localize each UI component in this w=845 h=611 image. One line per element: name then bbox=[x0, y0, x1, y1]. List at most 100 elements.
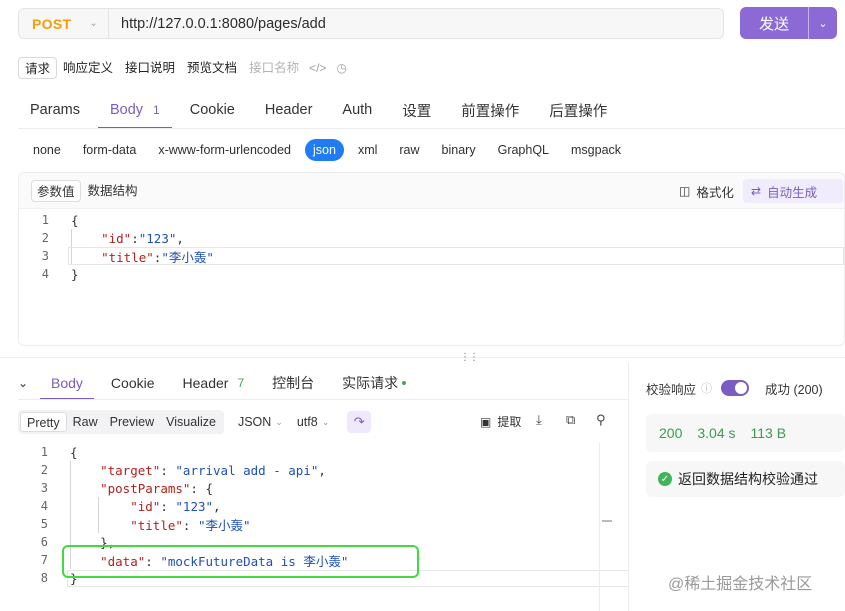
format-label: 格式化 bbox=[696, 185, 734, 200]
format-button[interactable]: ◫ 格式化 bbox=[679, 180, 734, 202]
line-number: 8 bbox=[40, 571, 48, 585]
tab-request[interactable]: 请求 bbox=[18, 57, 58, 79]
format-select[interactable]: JSON ⌄ bbox=[238, 415, 283, 429]
send-dropdown-button[interactable]: ⌄ bbox=[809, 7, 837, 39]
json-value: "李小轰" bbox=[161, 249, 214, 265]
code-text: } bbox=[49, 267, 79, 282]
send-button[interactable]: 发送 bbox=[740, 7, 809, 39]
annotation-highlight-box bbox=[62, 545, 419, 578]
tab-settings[interactable]: 设置 bbox=[390, 92, 443, 128]
search-icon[interactable]: ⚲ bbox=[596, 412, 606, 428]
doc-tabs: 请求 响应定义 接口说明 预览文档 接口名称 </> ◷ bbox=[18, 56, 347, 80]
tab-pre-ops-label: 前置操作 bbox=[461, 103, 520, 120]
help-icon[interactable]: ⓘ bbox=[701, 380, 712, 396]
drag-handle-icon[interactable]: ⋮⋮ bbox=[460, 352, 479, 363]
tab-auth-label: Auth bbox=[342, 102, 373, 118]
tab-params[interactable]: Params bbox=[18, 92, 92, 128]
line-number: 5 bbox=[40, 517, 48, 531]
code-token: , bbox=[213, 498, 221, 514]
download-icon[interactable]: ⤓ bbox=[536, 412, 542, 428]
tab-post-ops[interactable]: 后置操作 bbox=[537, 92, 619, 128]
code-text: { bbox=[48, 445, 78, 460]
code-text: "id": "123", bbox=[48, 498, 221, 514]
method-select[interactable]: POST ⌄ bbox=[19, 9, 109, 38]
tab-response-header[interactable]: Header 7 bbox=[172, 367, 256, 399]
code-line: 4} bbox=[19, 265, 844, 283]
view-mode-preview[interactable]: Preview bbox=[104, 412, 160, 432]
json-key: "title" bbox=[130, 517, 183, 533]
auto-generate-button[interactable]: ⇄ 自动生成 bbox=[743, 179, 843, 203]
seg-data-structure[interactable]: 数据结构 bbox=[83, 180, 143, 202]
tab-response-definition[interactable]: 响应定义 bbox=[57, 57, 119, 79]
chevron-down-icon: ⌄ bbox=[321, 416, 330, 427]
tab-console[interactable]: 控制台 bbox=[261, 367, 325, 399]
body-type-binary[interactable]: binary bbox=[434, 139, 484, 161]
response-toolbar: Pretty Raw Preview Visualize JSON ⌄ utf8 ⌄… bbox=[18, 409, 618, 435]
body-type-raw[interactable]: raw bbox=[391, 139, 427, 161]
tab-response-body[interactable]: Body bbox=[40, 367, 94, 400]
code-token: : bbox=[160, 462, 176, 478]
body-type-graphql[interactable]: GraphQL bbox=[490, 139, 557, 161]
validate-response-row: 校验响应 ⓘ 成功 (200) bbox=[646, 378, 823, 398]
json-key: "target" bbox=[100, 462, 161, 478]
code-text: { bbox=[49, 213, 79, 228]
code-area: 1{ 2 "id":"123", 3 "title":"李小轰" 4} bbox=[19, 211, 844, 283]
tab-preview-doc[interactable]: 预览文档 bbox=[181, 57, 243, 79]
history-icon[interactable]: ◷ bbox=[336, 61, 346, 75]
chevron-down-icon: ⌄ bbox=[275, 416, 283, 427]
body-type-msgpack[interactable]: msgpack bbox=[563, 139, 629, 161]
json-key: "id" bbox=[101, 230, 132, 246]
encoding-select[interactable]: utf8 ⌄ bbox=[297, 415, 329, 429]
url-input[interactable]: http://127.0.0.1:8080/pages/add bbox=[109, 16, 326, 32]
view-mode-raw[interactable]: Raw bbox=[67, 412, 104, 432]
check-circle-icon: ✓ bbox=[658, 472, 672, 486]
body-type-none[interactable]: none bbox=[25, 139, 69, 161]
tab-auth[interactable]: Auth bbox=[330, 92, 384, 128]
tab-response-body-label: Body bbox=[51, 375, 83, 391]
seg-param-values[interactable]: 参数值 bbox=[31, 179, 81, 202]
validate-label: 校验响应 bbox=[646, 382, 697, 397]
tab-actual-request[interactable]: 实际请求 bbox=[331, 367, 417, 399]
tab-cookie[interactable]: Cookie bbox=[178, 92, 247, 128]
api-name-input[interactable]: 接口名称 bbox=[243, 57, 305, 79]
tab-api-description[interactable]: 接口说明 bbox=[119, 57, 181, 79]
encoding-select-value: utf8 bbox=[296, 415, 318, 429]
body-type-selector: none form-data x-www-form-urlencoded jso… bbox=[25, 139, 635, 161]
code-token: : { bbox=[190, 480, 213, 496]
view-mode-visualize[interactable]: Visualize bbox=[160, 412, 222, 432]
code-text: "target": "arrival add - api", bbox=[48, 463, 326, 478]
extract-button[interactable]: ▣ 提取 bbox=[480, 413, 521, 430]
json-key: "id" bbox=[130, 498, 161, 514]
view-mode-pretty[interactable]: Pretty bbox=[20, 412, 67, 432]
tab-header[interactable]: Header bbox=[253, 92, 325, 128]
copy-icon[interactable]: ⧉ bbox=[566, 412, 575, 428]
json-value: "123" bbox=[175, 498, 214, 514]
line-number: 1 bbox=[40, 445, 48, 459]
format-select-value: JSON bbox=[237, 415, 272, 429]
body-type-urlencoded[interactable]: x-www-form-urlencoded bbox=[150, 139, 299, 161]
scrollbar[interactable] bbox=[599, 443, 613, 611]
word-wrap-icon[interactable]: ↷ bbox=[347, 411, 372, 433]
pane-splitter[interactable] bbox=[0, 357, 845, 363]
tab-response-header-label: Header bbox=[182, 375, 229, 391]
code-text: "id":"123", bbox=[49, 231, 184, 246]
tab-pre-ops[interactable]: 前置操作 bbox=[449, 92, 531, 128]
code-text: "title": "李小轰" bbox=[48, 515, 250, 534]
tab-response-cookie[interactable]: Cookie bbox=[100, 367, 166, 399]
chevron-down-icon[interactable]: ⌄ bbox=[18, 376, 40, 390]
divider bbox=[628, 363, 629, 611]
status-dot-icon bbox=[402, 381, 407, 385]
validate-status-select[interactable]: 成功 (200) bbox=[765, 379, 823, 398]
tab-body[interactable]: Body 1 bbox=[97, 92, 172, 129]
body-count-badge: 1 bbox=[153, 103, 160, 117]
body-type-json[interactable]: json bbox=[305, 139, 344, 161]
body-type-xml[interactable]: xml bbox=[350, 139, 385, 161]
line-number: 7 bbox=[40, 553, 48, 567]
response-body-viewer[interactable]: 1{ 2 "target": "arrival add - api", 3 "p… bbox=[18, 443, 629, 611]
code-token: : bbox=[182, 517, 198, 533]
code-icon[interactable]: </> bbox=[309, 61, 326, 75]
validate-toggle[interactable] bbox=[721, 380, 750, 396]
request-body-editor[interactable]: 参数值 数据结构 ◫ 格式化 ⇄ 自动生成 1{ 2 "id":"123", 3… bbox=[18, 172, 845, 346]
scrollbar-thumb[interactable] bbox=[602, 520, 612, 522]
body-type-form-data[interactable]: form-data bbox=[75, 139, 145, 161]
